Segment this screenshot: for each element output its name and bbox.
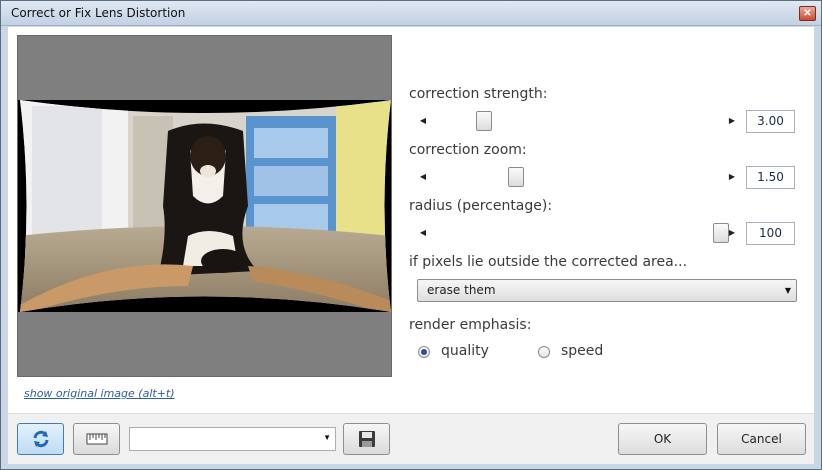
- slider-track[interactable]: [431, 166, 724, 188]
- select-value: erase them: [427, 283, 496, 297]
- outside-pixels-label: if pixels lie outside the corrected area…: [409, 254, 688, 270]
- slider-thumb[interactable]: [507, 167, 524, 187]
- strength-label: correction strength:: [409, 86, 548, 102]
- radius-label: radius (percentage):: [409, 198, 553, 214]
- slider-track[interactable]: [431, 110, 724, 132]
- radius-slider[interactable]: ◀ ▶: [415, 222, 740, 244]
- chevron-down-icon: ▼: [323, 433, 331, 442]
- cancel-button[interactable]: Cancel: [717, 423, 806, 455]
- zoom-label: correction zoom:: [409, 142, 527, 158]
- preview-photo: [18, 100, 391, 312]
- ok-button[interactable]: OK: [618, 423, 707, 455]
- radio-circle[interactable]: [538, 346, 550, 358]
- slider-track[interactable]: [431, 222, 730, 244]
- zoom-slider[interactable]: ◀ ▶: [415, 166, 740, 188]
- dialog-body: show original image (alt+t) correction s…: [8, 27, 814, 464]
- save-preset-button[interactable]: [343, 423, 390, 455]
- ruler-button[interactable]: [73, 423, 120, 455]
- chevron-right-icon[interactable]: ▶: [724, 113, 740, 129]
- title-bar[interactable]: Correct or Fix Lens Distortion ✕: [1, 1, 821, 26]
- zoom-value-input[interactable]: 1.50: [746, 166, 795, 189]
- radio-label: quality: [441, 343, 489, 359]
- radio-dot: [421, 349, 427, 355]
- preset-combobox[interactable]: ▼: [129, 427, 336, 451]
- refresh-button[interactable]: [17, 423, 64, 455]
- close-icon[interactable]: ✕: [799, 6, 816, 21]
- chevron-right-icon[interactable]: ▶: [724, 225, 740, 241]
- chevron-left-icon[interactable]: ◀: [415, 225, 431, 241]
- render-emphasis-label: render emphasis:: [409, 317, 532, 333]
- outside-pixels-select[interactable]: erase them ▼: [417, 279, 797, 302]
- strength-slider[interactable]: ◀ ▶: [415, 110, 740, 132]
- radio-circle[interactable]: [418, 346, 430, 358]
- slider-thumb[interactable]: [475, 111, 492, 131]
- save-preset-icon: [358, 431, 375, 447]
- image-preview: [17, 35, 392, 377]
- chevron-left-icon[interactable]: ◀: [415, 113, 431, 129]
- ruler-icon: [86, 433, 107, 445]
- chevron-down-icon: ▼: [784, 286, 791, 295]
- show-original-link[interactable]: show original image (alt+t): [24, 387, 175, 400]
- dialog-footer: ▼ OK Cancel: [8, 413, 814, 464]
- radius-value-input[interactable]: 100: [746, 222, 795, 245]
- radio-label: speed: [561, 343, 604, 359]
- window-title: Correct or Fix Lens Distortion: [11, 6, 186, 20]
- strength-value-input[interactable]: 3.00: [746, 110, 795, 133]
- chevron-left-icon[interactable]: ◀: [415, 169, 431, 185]
- lens-distortion-dialog: Correct or Fix Lens Distortion ✕ show or…: [0, 0, 822, 470]
- chevron-right-icon[interactable]: ▶: [724, 169, 740, 185]
- refresh-icon: [33, 430, 48, 448]
